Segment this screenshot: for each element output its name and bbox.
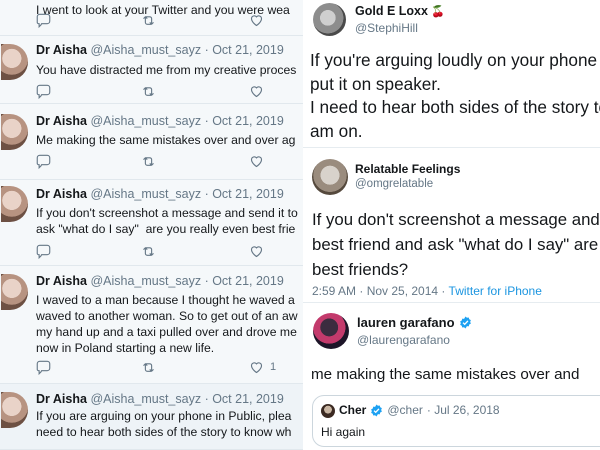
tweet-text: I waved to a man because I thought he wa… xyxy=(36,293,298,355)
tweet-text: You have distracted me from my creative … xyxy=(36,63,297,77)
tweet-author-name[interactable]: Relatable Feelings xyxy=(355,162,460,176)
tweet-card[interactable]: Dr Aisha @Aisha_must_sayz · Oct 21, 2019… xyxy=(0,266,303,384)
quoted-author-name: Cher xyxy=(339,403,367,417)
tweet-author-name[interactable]: lauren garafano xyxy=(357,315,455,330)
tweet-gold-e-loxx[interactable]: Gold E Loxx 🍒 @StephiHill If you're argui… xyxy=(303,0,600,147)
tweet-actions xyxy=(36,153,303,169)
tweet-handle[interactable]: @Aisha_must_sayz xyxy=(90,114,201,128)
heart-icon[interactable]: 1 xyxy=(249,359,276,375)
tweet-text: If you are arguing on your phone in Publ… xyxy=(36,409,292,439)
tweet-card[interactable]: Dr Aisha @Aisha_must_sayz · Oct 21, 2019… xyxy=(0,180,303,266)
tweet-date[interactable]: Oct 21, 2019 xyxy=(212,43,284,57)
tweet-relatable-feelings[interactable]: Relatable Feelings @omgrelatable If you … xyxy=(303,147,600,302)
tweet-meta: 2:59 AM · Nov 25, 2014 · Twitter for iPh… xyxy=(312,284,542,298)
tweet-timestamp[interactable]: 2:59 AM · Nov 25, 2014 · xyxy=(312,284,449,298)
verified-badge-icon xyxy=(459,316,471,329)
retweet-icon[interactable] xyxy=(141,243,156,259)
avatar[interactable] xyxy=(312,159,348,195)
tweet-handle[interactable]: @Aisha_must_sayz xyxy=(90,43,201,57)
retweet-icon[interactable] xyxy=(141,153,156,169)
avatar[interactable] xyxy=(1,114,28,150)
heart-icon[interactable] xyxy=(249,12,264,28)
tweet-author-name[interactable]: Dr Aisha xyxy=(36,274,87,288)
quoted-date: · Jul 26, 2018 xyxy=(426,403,500,417)
verified-badge-icon xyxy=(371,404,383,416)
tweet-author-name[interactable]: Dr Aisha xyxy=(36,43,87,57)
like-count: 1 xyxy=(270,361,277,373)
tweet-author-name[interactable]: Dr Aisha xyxy=(36,114,87,128)
tweet-card[interactable]: Dr Aisha @Aisha_must_sayz · Oct 21, 2019… xyxy=(0,104,303,180)
tweet-date[interactable]: Oct 21, 2019 xyxy=(212,392,284,406)
avatar xyxy=(321,404,335,418)
tweet-text: If you don't screenshot a message and be… xyxy=(312,210,600,279)
tweet-text: me making the same mistakes over and xyxy=(311,366,580,383)
reply-icon[interactable] xyxy=(36,83,51,99)
retweet-icon[interactable] xyxy=(141,12,156,28)
reply-icon[interactable] xyxy=(36,359,51,375)
tweet-text: Me making the same mistakes over and ove… xyxy=(36,133,296,147)
left-timeline: I went to look at your Twitter and you w… xyxy=(0,0,303,450)
quoted-handle: @cher xyxy=(387,403,423,417)
heart-icon[interactable] xyxy=(249,83,264,99)
tweet-handle[interactable]: @Aisha_must_sayz xyxy=(90,274,201,288)
tweet-source-link[interactable]: Twitter for iPhone xyxy=(449,284,542,298)
tweet-actions: 1 xyxy=(36,359,303,375)
avatar[interactable] xyxy=(1,186,28,222)
cherry-icon: 🍒 xyxy=(430,6,445,18)
avatar[interactable] xyxy=(1,392,28,428)
tweet-author-name[interactable]: Dr Aisha xyxy=(36,187,87,201)
heart-icon[interactable] xyxy=(249,243,264,259)
quoted-tweet[interactable]: Cher @cher · Jul 26, 2018 Hi again xyxy=(312,395,600,447)
tweet-actions xyxy=(36,12,303,28)
tweet-text: If you don't screenshot a message and se… xyxy=(36,206,298,236)
tweet-text: If you're arguing loudly on your phone i… xyxy=(310,50,600,141)
reply-icon[interactable] xyxy=(36,243,51,259)
tweet-card[interactable]: I went to look at your Twitter and you w… xyxy=(0,0,303,36)
retweet-icon[interactable] xyxy=(141,359,156,375)
tweet-date[interactable]: Oct 21, 2019 xyxy=(212,274,284,288)
tweet-author-name[interactable]: Gold E Loxx xyxy=(355,4,428,18)
avatar[interactable] xyxy=(1,44,28,80)
quoted-text: Hi again xyxy=(321,425,366,439)
tweet-handle[interactable]: @laurengarafano xyxy=(357,333,450,347)
tweet-handle[interactable]: @omgrelatable xyxy=(355,178,433,190)
tweet-date[interactable]: Oct 21, 2019 xyxy=(212,114,284,128)
avatar[interactable] xyxy=(1,274,28,310)
tweet-date[interactable]: Oct 21, 2019 xyxy=(212,187,284,201)
tweet-card[interactable]: Dr Aisha @Aisha_must_sayz · Oct 21, 2019… xyxy=(0,384,303,450)
heart-icon[interactable] xyxy=(249,153,264,169)
tweet-author-name[interactable]: Dr Aisha xyxy=(36,392,87,406)
tweet-handle[interactable]: @StephiHill xyxy=(355,21,418,35)
tweet-card[interactable]: Dr Aisha @Aisha_must_sayz · Oct 21, 2019… xyxy=(0,37,303,104)
tweet-handle[interactable]: @Aisha_must_sayz xyxy=(90,392,201,406)
avatar[interactable] xyxy=(313,313,349,349)
tweet-handle[interactable]: @Aisha_must_sayz xyxy=(90,187,201,201)
tweet-actions xyxy=(36,83,303,99)
retweet-icon[interactable] xyxy=(141,83,156,99)
reply-icon[interactable] xyxy=(36,153,51,169)
reply-icon[interactable] xyxy=(36,12,51,28)
tweet-lauren-garafano[interactable]: lauren garafano @laurengarafano me makin… xyxy=(303,302,600,450)
tweet-actions xyxy=(36,243,303,259)
avatar[interactable] xyxy=(313,3,346,36)
